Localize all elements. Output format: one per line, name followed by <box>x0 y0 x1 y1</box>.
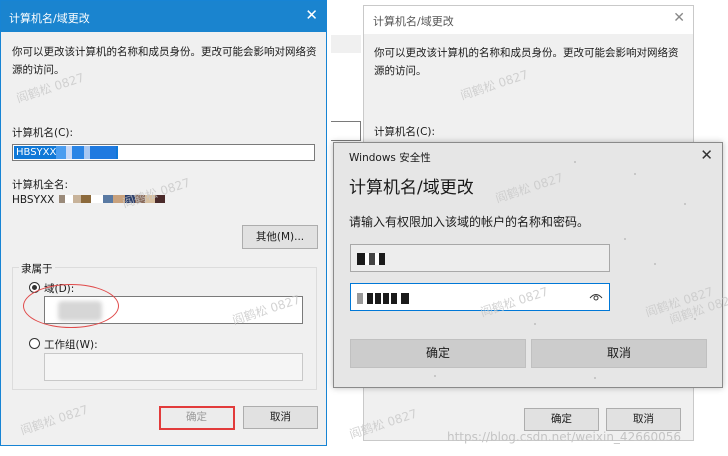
cancel-button[interactable]: 取消 <box>243 406 318 429</box>
decorative-dot <box>634 173 636 175</box>
window-title: 计算机名/域更改 <box>373 15 454 28</box>
credentials-prompt: 请输入有权限加入该域的帐户的名称和密码。 <box>349 215 590 229</box>
redacted-username <box>357 253 385 265</box>
description-text: 你可以更改该计算机的名称和成员身份。更改可能会影响对网络资源的访问。 <box>12 46 317 76</box>
close-icon[interactable]: ✕ <box>700 146 713 164</box>
ok-button[interactable]: 确定 <box>350 339 526 368</box>
reveal-password-eye-icon[interactable] <box>589 292 603 302</box>
redacted-mask <box>56 146 117 159</box>
watermark: 阎鹤松 0827 <box>120 175 192 211</box>
computer-name-label: 计算机名(C): <box>374 126 436 138</box>
close-icon[interactable]: ✕ <box>305 7 318 23</box>
workgroup-label: 工作组(W): <box>44 339 98 351</box>
windows-security-dialog: Windows 安全性 ✕ 计算机名/域更改 请输入有权限加入该域的帐户的名称和… <box>333 142 723 388</box>
computer-name-label: 计算机名(C): <box>12 127 74 139</box>
highlight-ellipse <box>23 284 119 328</box>
watermark: 阎鹤松 0827 <box>18 402 90 438</box>
full-name-value: HBSYXX <box>12 194 55 206</box>
computer-name-value: HBSYXX <box>16 147 57 158</box>
decorative-dot <box>624 238 626 240</box>
highlight-frame <box>159 406 235 430</box>
decorative-dot <box>684 203 686 205</box>
cancel-button[interactable]: 取消 <box>606 408 681 431</box>
computer-name-domain-dialog: 计算机名/域更改 ✕ 你可以更改该计算机的名称和成员身份。更改可能会影响对网络资… <box>0 0 327 446</box>
background-strip <box>331 35 361 53</box>
title-bar: 计算机名/域更改 ✕ <box>1 1 326 32</box>
title-bar: 计算机名/域更改 ✕ <box>364 6 693 34</box>
other-button[interactable]: 其他(M)... <box>242 225 318 249</box>
decorative-dot <box>534 323 536 325</box>
description-text: 你可以更改该计算机的名称和成员身份。更改可能会影响对网络资源的访问。 <box>374 47 679 77</box>
partial-input <box>331 121 361 141</box>
decorative-dot <box>654 263 656 265</box>
redacted-password <box>357 293 409 304</box>
window-title: Windows 安全性 <box>349 152 431 164</box>
username-input[interactable] <box>350 244 610 272</box>
watermark: 阎鹤松 0827 <box>493 170 565 206</box>
decorative-dot <box>434 375 436 377</box>
close-icon[interactable]: ✕ <box>673 10 685 26</box>
full-name-label: 计算机全名: <box>12 179 69 191</box>
decorative-dot <box>594 377 596 379</box>
cancel-button[interactable]: 取消 <box>531 339 707 368</box>
decorative-dot <box>574 161 576 163</box>
site-watermark: https://blog.csdn.net/weixin_42660056 <box>447 430 682 444</box>
computer-name-input[interactable]: HBSYXX <box>12 144 315 161</box>
selected-text: HBSYXX <box>14 146 118 159</box>
window-title: 计算机名/域更改 <box>9 12 90 25</box>
group-legend: 隶属于 <box>19 261 55 276</box>
ok-button[interactable]: 确定 <box>524 408 599 431</box>
workgroup-radio[interactable] <box>29 338 40 349</box>
workgroup-input[interactable] <box>44 353 303 381</box>
dialog-heading: 计算机名/域更改 <box>349 178 474 198</box>
